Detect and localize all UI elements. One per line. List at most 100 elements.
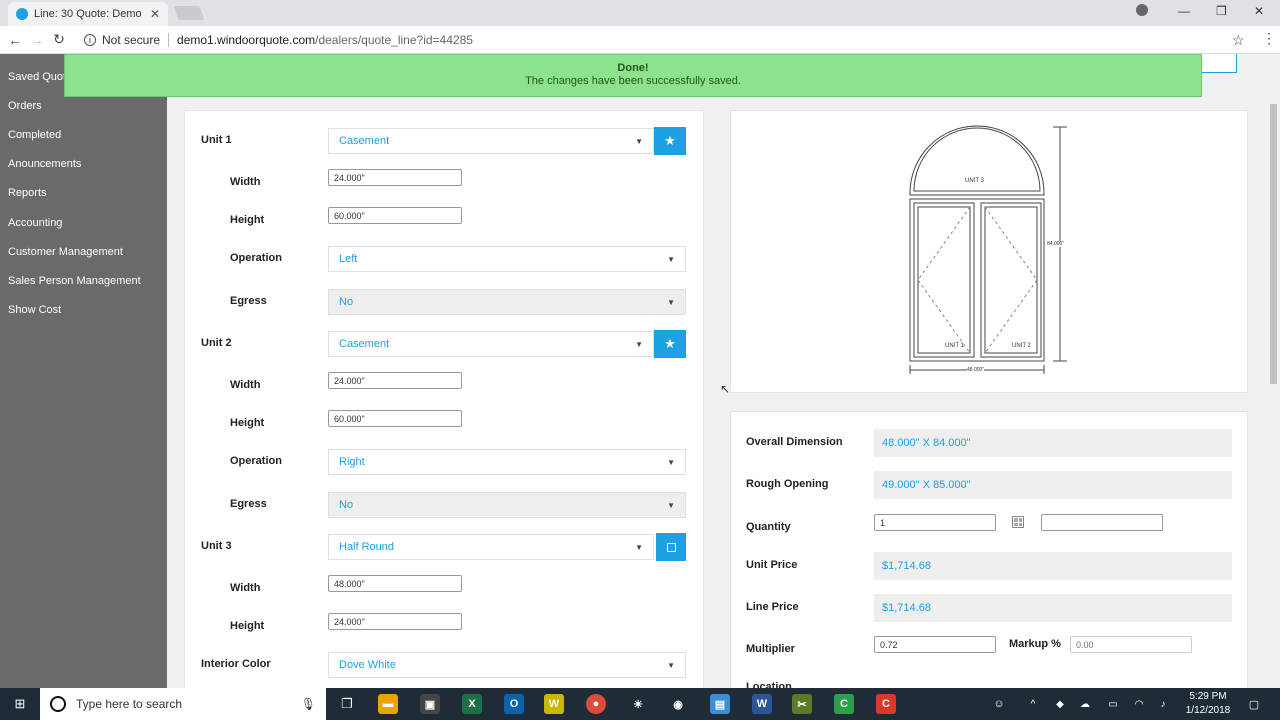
unit1-operation-select[interactable]: Left ▼ <box>328 246 686 272</box>
unit1-width-input[interactable] <box>328 169 462 186</box>
unit2-favorite-button[interactable]: ★ <box>654 330 686 358</box>
notifications-icon[interactable]: ▢ <box>1244 688 1264 720</box>
people-icon[interactable]: ☺ <box>990 688 1008 720</box>
unit1-type-select[interactable]: Casement ▼ <box>328 128 654 154</box>
sidebar-item-announcements[interactable]: Anouncements <box>8 158 81 170</box>
quantity-label: Quantity <box>746 521 791 533</box>
taskbar-clock[interactable]: 5:29 PM 1/12/2018 <box>1180 690 1236 718</box>
unit1-favorite-button[interactable]: ★ <box>654 127 686 155</box>
restore-icon[interactable]: ❐ <box>1216 4 1227 18</box>
sidebar-item-completed[interactable]: Completed <box>8 129 61 141</box>
unit2-height-input[interactable] <box>328 410 462 427</box>
unit2-egress-value: No <box>339 499 354 511</box>
quantity-extra-input[interactable] <box>1041 514 1163 531</box>
webcam-icon[interactable]: ◉ <box>668 694 688 714</box>
onedrive-icon[interactable]: ☁ <box>1076 688 1094 720</box>
unit3-drawing-label: UNIT 3 <box>965 178 984 184</box>
sidebar-item-show-cost[interactable]: Show Cost <box>8 304 61 316</box>
url-field[interactable]: demo1.windoorquote.com/dealers/quote_lin… <box>177 33 473 47</box>
browser-tab[interactable]: Line: 30 Quote: Demo ✕ <box>8 2 168 26</box>
multiplier-input[interactable] <box>874 636 996 653</box>
sidebar-item-accounting[interactable]: Accounting <box>8 217 62 229</box>
rough-opening-label: Rough Opening <box>746 478 829 490</box>
microphone-icon[interactable]: 🎙 <box>301 697 316 711</box>
task-view-icon[interactable]: ❐ <box>336 688 358 720</box>
scrollbar-thumb[interactable] <box>1270 104 1277 384</box>
unit2-operation-select[interactable]: Right ▼ <box>328 449 686 475</box>
camtasia-icon[interactable]: C <box>834 694 854 714</box>
unit1-egress-select[interactable]: No ▼ <box>328 289 686 315</box>
new-tab-button[interactable] <box>173 6 205 20</box>
header-action-button[interactable] <box>1196 54 1237 73</box>
unit1-frame <box>913 202 975 358</box>
browser-menu-icon[interactable]: ⋮ <box>1262 30 1276 47</box>
close-window-icon[interactable]: ✕ <box>1254 4 1264 18</box>
unit3-type-value: Half Round <box>339 541 395 553</box>
close-tab-icon[interactable]: ✕ <box>150 7 160 21</box>
excel-icon[interactable]: X <box>462 694 482 714</box>
chevron-down-icon: ▼ <box>635 542 643 552</box>
unit2-egress-select[interactable]: No ▼ <box>328 492 686 518</box>
unit1-label: Unit 1 <box>201 134 232 146</box>
chevron-down-icon: ▼ <box>667 457 675 467</box>
window-drawing <box>909 125 1067 374</box>
recorder-icon[interactable]: C <box>876 694 896 714</box>
height-dimension-label: 84.000" <box>1047 241 1065 247</box>
file-explorer-icon[interactable]: ▬ <box>378 694 398 714</box>
back-icon[interactable]: ← <box>4 32 26 48</box>
unit2-sash <box>984 206 1038 354</box>
sidebar-item-customer-management[interactable]: Customer Management <box>8 246 123 258</box>
markup-label: Markup % <box>1009 638 1061 650</box>
app-snip-icon[interactable]: ✂ <box>792 694 812 714</box>
wifi-icon[interactable]: ◠ <box>1130 688 1148 720</box>
page-scrollbar[interactable] <box>1267 54 1280 688</box>
unit1-height-input[interactable] <box>328 207 462 224</box>
tray-chevron-icon[interactable]: ^ <box>1026 688 1040 720</box>
url-path: /dealers/quote_line?id=44285 <box>315 32 473 47</box>
grid-icon[interactable] <box>1012 516 1024 528</box>
unit2-type-select[interactable]: Casement ▼ <box>328 331 654 357</box>
app-w-icon[interactable]: W <box>544 694 564 714</box>
success-toast: Done! The changes have been successfully… <box>64 54 1202 97</box>
chevron-down-icon: ▼ <box>667 254 675 264</box>
browser-tab-bar: Line: 30 Quote: Demo ✕ — ❐ ✕ <box>0 0 1280 26</box>
unit2-hinge-lines <box>984 206 1038 354</box>
profile-icon[interactable] <box>1136 4 1148 16</box>
reload-icon[interactable]: ↻ <box>48 31 70 48</box>
app-tool-icon[interactable]: ▤ <box>710 694 730 714</box>
interior-color-value: Dove White <box>339 659 396 671</box>
unit2-width-input[interactable] <box>328 372 462 389</box>
word-icon[interactable]: W <box>752 694 772 714</box>
sidebar-item-saved-quotes[interactable]: Saved Quot <box>8 71 66 83</box>
unit3-width-input[interactable] <box>328 575 462 592</box>
sidebar-item-sales-person-management[interactable]: Sales Person Management <box>8 275 141 287</box>
unit3-height-input[interactable] <box>328 613 462 630</box>
brightness-icon[interactable]: ☀ <box>628 694 648 714</box>
outlook-icon[interactable]: O <box>504 694 524 714</box>
sidebar: Saved Quot Orders Completed Anouncements… <box>0 54 167 688</box>
unit3-type-select[interactable]: Half Round ▼ <box>328 534 654 560</box>
battery-icon[interactable]: ▭ <box>1104 688 1122 720</box>
security-indicator[interactable]: i Not secure <box>84 33 160 47</box>
window-drawing-card: UNIT 3 UNIT 1 UNIT 2 84.000" 48.000" <box>730 110 1248 393</box>
forward-icon[interactable]: → <box>26 32 48 48</box>
unit1-operation-value: Left <box>339 253 358 265</box>
unit3-favorite-button[interactable] <box>656 533 686 561</box>
unit2-operation-label: Operation <box>230 455 282 467</box>
bookmark-star-icon[interactable]: ☆ <box>1232 32 1245 49</box>
markup-input[interactable] <box>1070 636 1192 653</box>
volume-icon[interactable]: ♪ <box>1154 688 1172 720</box>
unit1-type-value: Casement <box>339 135 390 147</box>
interior-color-select[interactable]: Dove White ▼ <box>328 652 686 678</box>
minimize-icon[interactable]: — <box>1178 4 1190 18</box>
sidebar-item-reports[interactable]: Reports <box>8 187 47 199</box>
store-icon[interactable]: ▣ <box>420 694 440 714</box>
unit2-label: Unit 2 <box>201 337 232 349</box>
windows-start-icon[interactable]: ⊞ <box>8 688 32 720</box>
dropbox-icon[interactable]: ◆ <box>1052 688 1068 720</box>
quantity-input[interactable] <box>874 514 996 531</box>
sidebar-item-orders[interactable]: Orders <box>8 100 42 112</box>
chrome-icon[interactable]: ● <box>586 694 606 714</box>
unit1-width-label: Width <box>230 176 261 188</box>
taskbar-search-box[interactable]: Type here to search 🎙 <box>40 688 326 720</box>
